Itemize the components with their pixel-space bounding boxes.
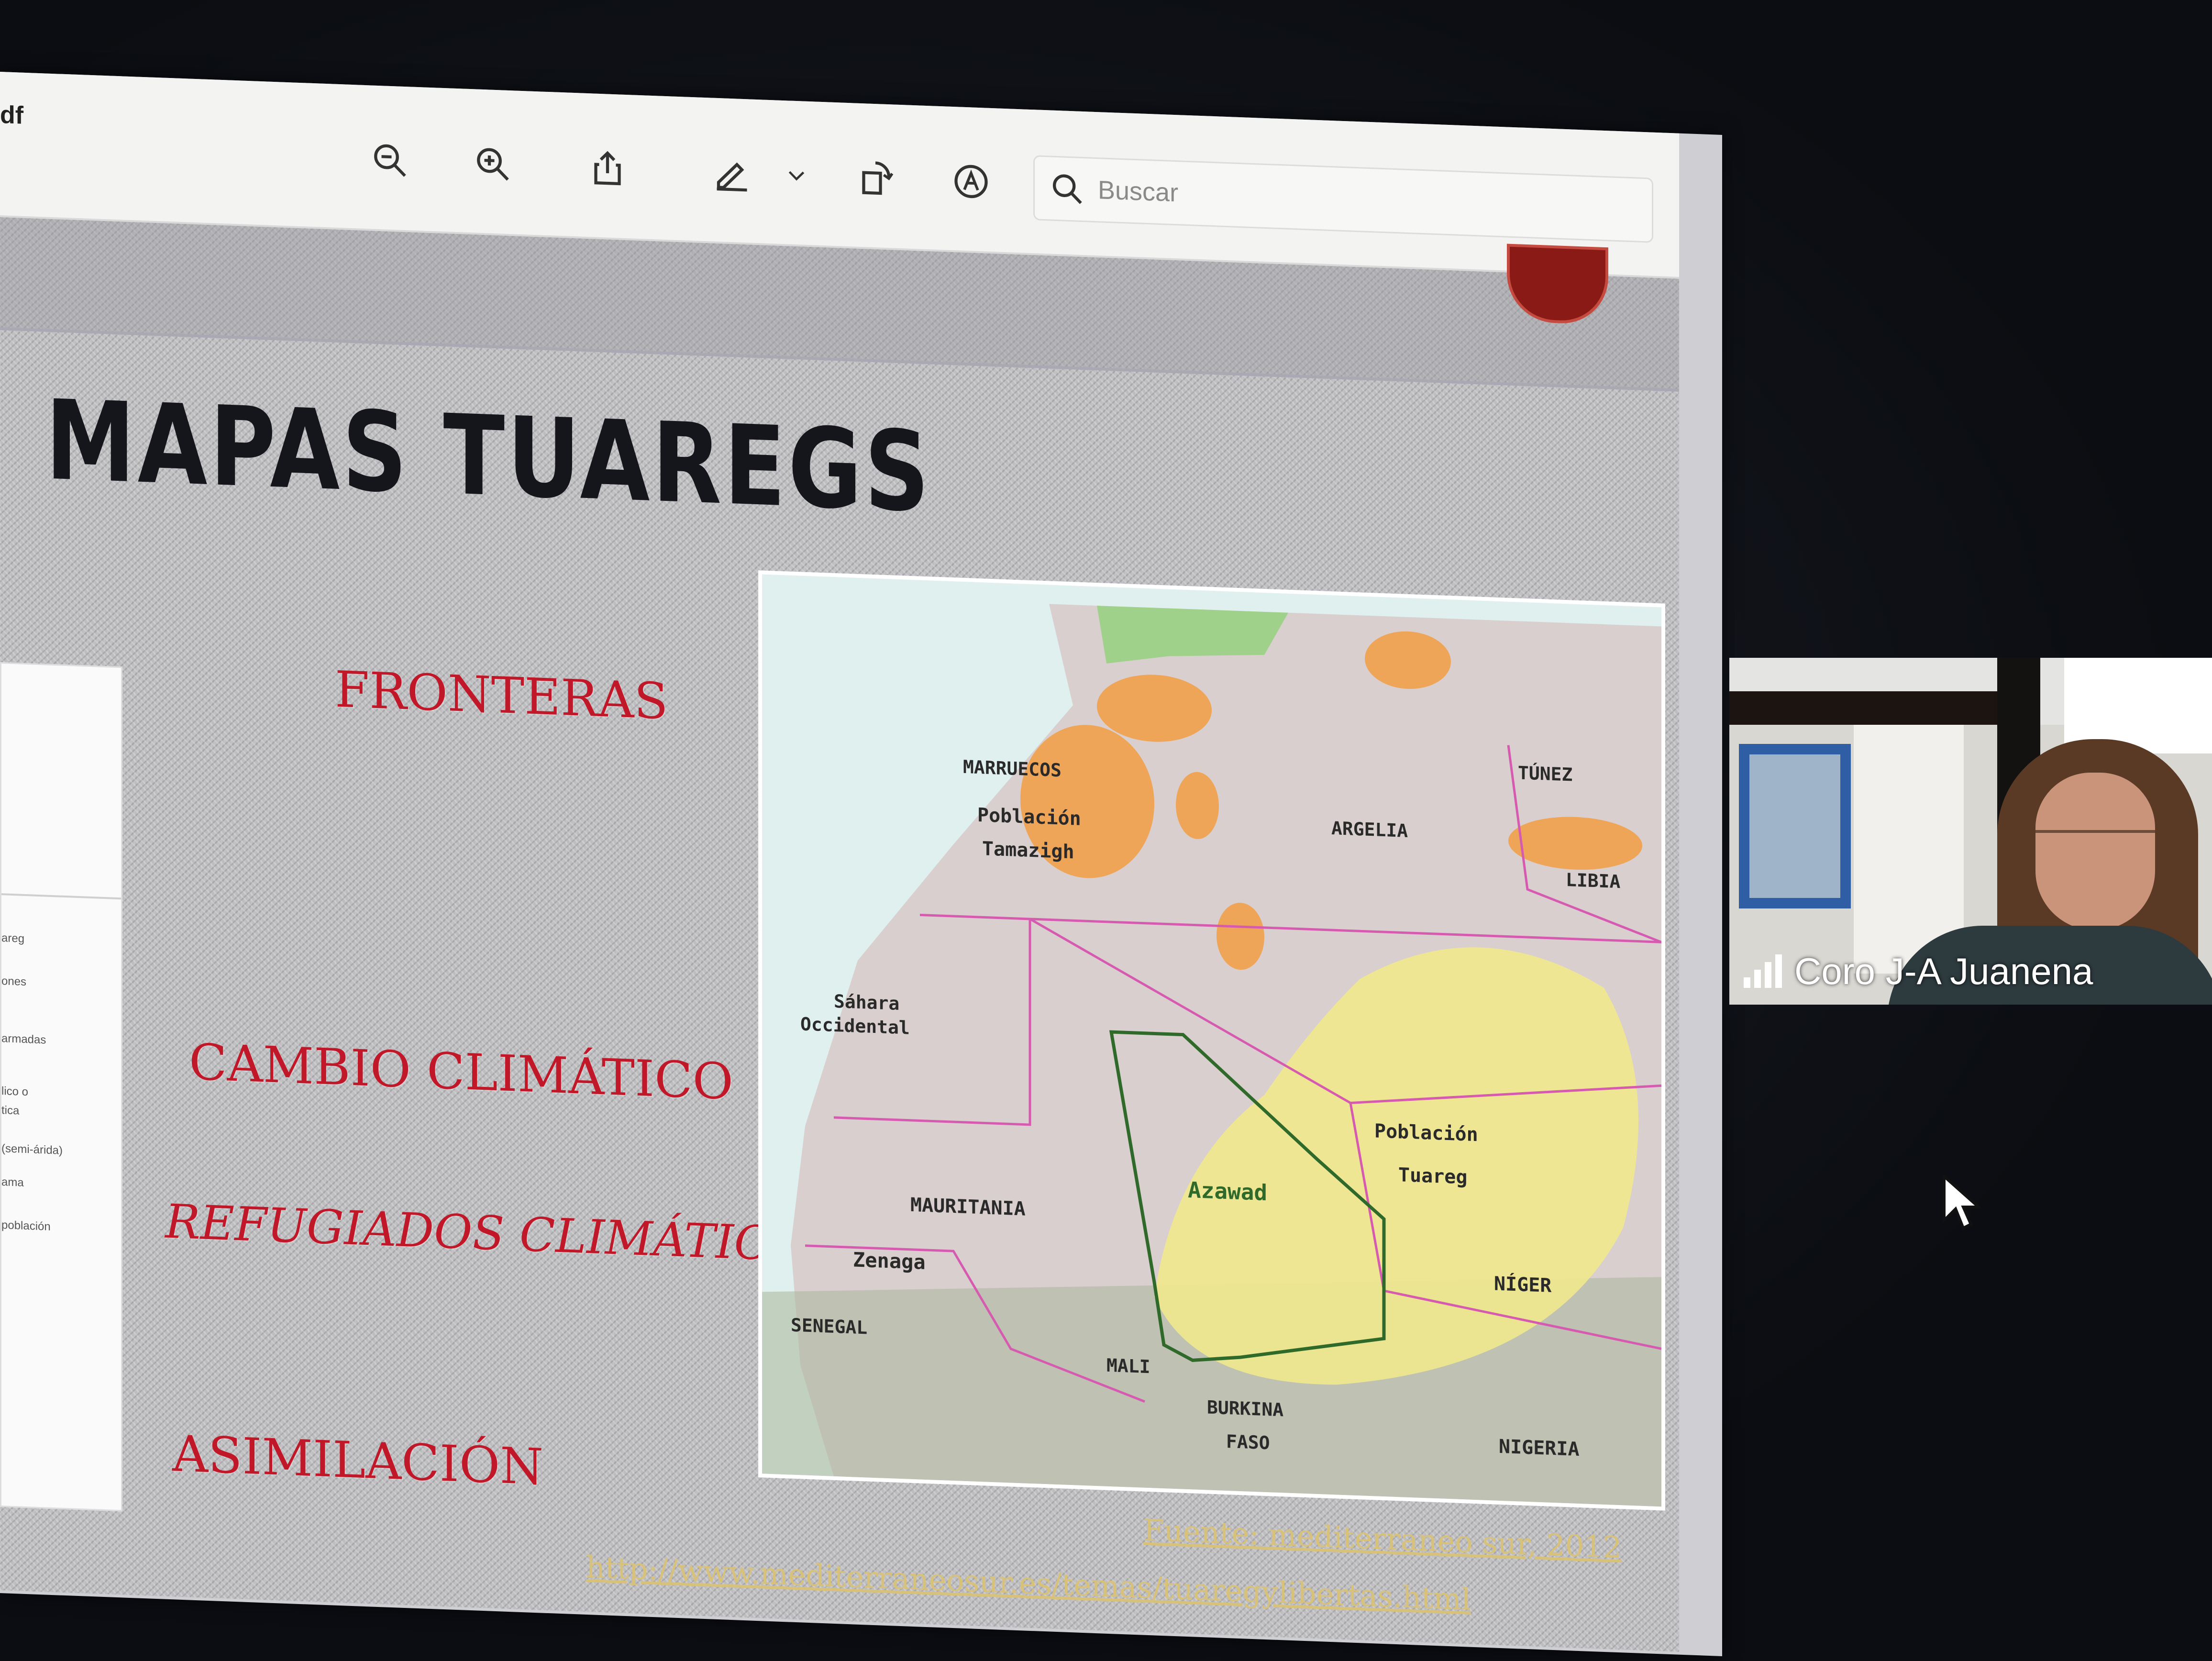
preview-text: lico o <box>1 1085 29 1099</box>
tuareg-map: MARRUECOS Población Tamazigh ARGELIA TÚN… <box>758 570 1665 1511</box>
label-azawad: Azawad <box>1188 1177 1267 1206</box>
topic-cambio-climatico: CAMBIO CLIMÁTICO <box>189 1032 733 1111</box>
label-poblacion-tuareg-1: Población <box>1374 1120 1478 1146</box>
signal-bars-icon <box>1744 954 1782 988</box>
background-window <box>1739 744 1851 908</box>
topic-refugiados-climaticos: REFUGIADOS CLIMÁTICOS <box>165 1194 841 1274</box>
participant-video-tile[interactable]: Coro J-A Juanena <box>1729 658 2212 1005</box>
markup-icon <box>954 165 988 199</box>
preview-text: tica <box>1 1104 20 1118</box>
label-tunez: TÚNEZ <box>1518 762 1572 785</box>
markup-button[interactable] <box>945 154 997 209</box>
search-box[interactable] <box>1033 155 1653 243</box>
zoom-out-icon <box>374 144 406 177</box>
label-zenaga: Zenaga <box>853 1248 926 1274</box>
rotate-button[interactable] <box>849 151 902 205</box>
participant-name: Coro J-A Juanena <box>1794 950 2093 992</box>
preview-text: armadas <box>1 1032 46 1047</box>
label-marruecos: MARRUECOS <box>963 756 1062 781</box>
chevron-down-icon <box>788 171 805 181</box>
share-icon <box>594 151 621 186</box>
zoom-out-button[interactable] <box>364 133 416 188</box>
label-sahara-2: Occidental <box>800 1013 910 1038</box>
label-niger: NÍGER <box>1494 1272 1552 1297</box>
pen-icon <box>717 162 747 192</box>
slide-title: MAPAS TUAREGS <box>45 376 932 537</box>
pdf-viewer-window: df areg ones <box>0 72 1722 1657</box>
rotate-icon <box>862 161 894 195</box>
label-poblacion-tamazigh-2: Tamazigh <box>982 838 1074 863</box>
label-senegal: SENEGAL <box>791 1315 867 1339</box>
label-libia: LIBIA <box>1566 869 1620 892</box>
source-link[interactable]: http://www.mediterraneosur.es/temas/tuar… <box>586 1550 1471 1617</box>
annotate-button[interactable] <box>706 145 758 200</box>
document-filename: df <box>0 101 24 130</box>
label-burkina-1: BURKINA <box>1207 1397 1283 1421</box>
preview-text: (semi-árida) <box>1 1142 63 1157</box>
preview-text: ones <box>1 974 27 989</box>
participant-glasses <box>2035 830 2155 862</box>
topic-asimilacion: ASIMILACIÓN <box>172 1424 544 1496</box>
label-argelia: ARGELIA <box>1331 818 1408 842</box>
share-button[interactable] <box>581 141 634 196</box>
annotate-dropdown-button[interactable] <box>777 148 816 202</box>
label-mauritania: MAURITANIA <box>910 1194 1026 1220</box>
participant-name-bar: Coro J-A Juanena <box>1744 950 2093 993</box>
topic-fronteras: FRONTERAS <box>335 660 668 731</box>
label-burkina-2: FASO <box>1226 1431 1270 1453</box>
label-mali: MALI <box>1106 1355 1150 1377</box>
search-input[interactable] <box>1097 175 1625 225</box>
search-icon <box>1052 174 1082 204</box>
adjacent-page-preview: areg ones armadas lico o tica (semi-árid… <box>0 662 122 1512</box>
source-credit[interactable]: Fuente: mediterraneo sur, 2012 <box>1143 1513 1622 1565</box>
preview-text: ama <box>1 1175 24 1189</box>
label-nigeria: NIGERIA <box>1499 1436 1580 1461</box>
map-svg: MARRUECOS Población Tamazigh ARGELIA TÚN… <box>762 574 1661 1507</box>
mouse-pointer-icon <box>1943 1174 1980 1230</box>
label-poblacion-tuareg-2: Tuareg <box>1398 1164 1467 1188</box>
zoom-in-button[interactable] <box>466 137 519 191</box>
zoom-in-icon <box>477 148 509 181</box>
label-sahara-1: Sáhara <box>834 991 899 1014</box>
label-poblacion-tamazigh-1: Población <box>977 804 1081 830</box>
preview-text: areg <box>1 931 25 945</box>
slide-page: areg ones armadas lico o tica (semi-árid… <box>0 217 1679 1652</box>
preview-text: población <box>1 1218 51 1233</box>
